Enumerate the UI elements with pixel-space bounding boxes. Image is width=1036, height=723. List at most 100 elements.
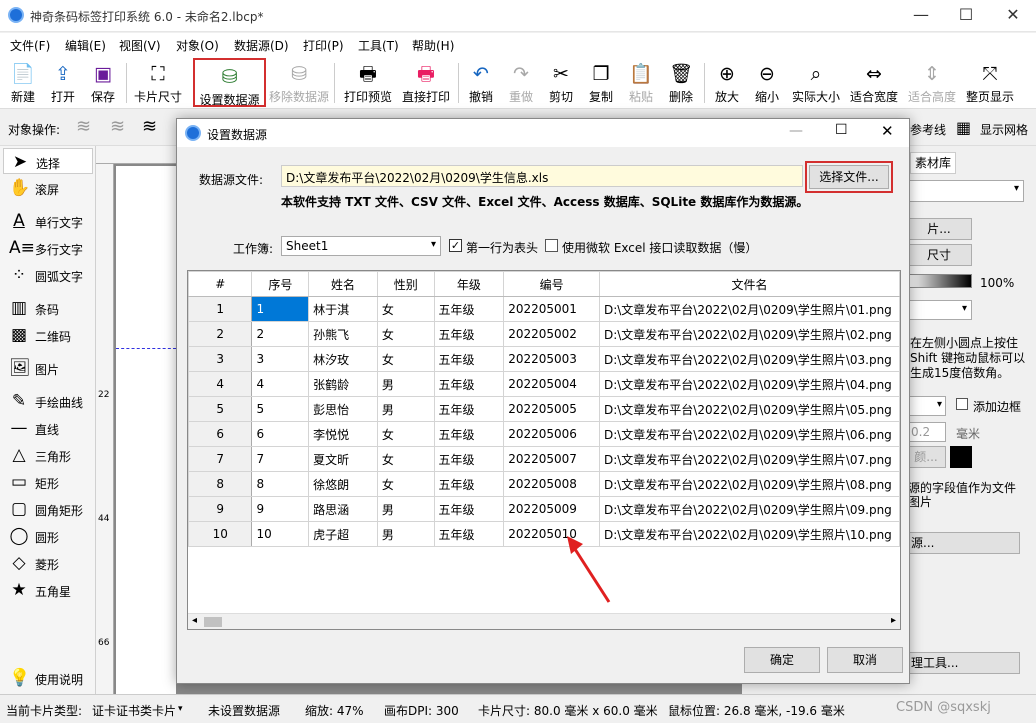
color-swatch[interactable]: [950, 446, 972, 468]
table-cell[interactable]: 7: [251, 446, 310, 472]
row-number-cell[interactable]: 4: [188, 371, 253, 397]
table-row[interactable]: 4 4 张鹤龄男五年级 202205004 D:\文章发布平台\2022\02月\020…: [188, 371, 900, 397]
table-row[interactable]: 1 1 林于淇女五年级 202205001 D:\文章发布平台\2022\02月\020…: [188, 296, 900, 322]
table-row[interactable]: 2 2 孙熊飞女五年级 202205002 D:\文章发布平台\2022\02月\020…: [188, 321, 900, 347]
table-cell[interactable]: D:\文章发布平台\2022\02月\0209\学生照片\05.png: [598, 396, 900, 422]
zoom-out-button[interactable]: ⊖ 缩小: [748, 57, 786, 109]
paste-button[interactable]: 📋 粘贴: [622, 57, 660, 109]
table-cell[interactable]: 5: [251, 396, 310, 422]
table-cell[interactable]: D:\文章发布平台\2022\02月\0209\学生照片\02.png: [598, 321, 900, 347]
table-cell[interactable]: 林于淇: [308, 296, 378, 322]
table-row[interactable]: 6 6 李悦悦女五年级 202205006 D:\文章发布平台\2022\02月\020…: [188, 421, 900, 447]
table-cell[interactable]: 徐悠朗: [308, 471, 378, 497]
table-cell[interactable]: 李悦悦: [308, 421, 378, 447]
table-cell[interactable]: D:\文章发布平台\2022\02月\0209\学生照片\09.png: [598, 496, 900, 522]
save-button[interactable]: ▣ 保存: [84, 57, 122, 109]
property-dropdown[interactable]: ▾: [906, 180, 1024, 202]
tool-diamond[interactable]: ◇ 菱形: [3, 550, 93, 576]
tool-freehand[interactable]: ✎ 手绘曲线: [3, 388, 93, 414]
open-button[interactable]: ⇪ 打开: [44, 57, 82, 109]
table-cell[interactable]: 男: [376, 496, 435, 522]
layer-top-icon[interactable]: ≋: [142, 116, 157, 137]
card-canvas[interactable]: [116, 166, 176, 694]
border-width-input[interactable]: 0.2: [906, 422, 946, 442]
menu-file[interactable]: 文件(F): [10, 37, 50, 54]
table-cell[interactable]: 五年级: [433, 496, 505, 522]
dialog-maximize-icon[interactable]: ☐: [835, 122, 848, 138]
column-header[interactable]: 年级: [433, 271, 505, 297]
opacity-slider[interactable]: [908, 274, 972, 288]
table-cell[interactable]: 202205007: [503, 446, 600, 472]
row-number-cell[interactable]: 9: [188, 496, 253, 522]
tool-barcode[interactable]: ▥ 条码: [3, 295, 93, 321]
tool-select[interactable]: ➤ 选择: [3, 148, 93, 174]
tool-star[interactable]: ★ 五角星: [3, 577, 93, 603]
row-number-cell[interactable]: 5: [188, 396, 253, 422]
table-cell[interactable]: 虎子超: [308, 521, 378, 547]
table-cell[interactable]: D:\文章发布平台\2022\02月\0209\学生照片\10.png: [598, 521, 900, 547]
tool-rounded-rectangle[interactable]: ▢ 圆角矩形: [3, 496, 93, 522]
new-button[interactable]: 📄 新建: [4, 57, 42, 109]
card-size-button[interactable]: ⛶ 卡片尺寸: [130, 57, 186, 109]
option-dropdown[interactable]: ▾: [906, 300, 972, 320]
choose-file-button[interactable]: 选择文件...: [809, 165, 889, 189]
print-preview-button[interactable]: 🖶 打印预览: [340, 57, 396, 109]
table-cell[interactable]: 202205009: [503, 496, 600, 522]
table-cell[interactable]: 五年级: [433, 471, 505, 497]
maximize-button[interactable]: ☐: [943, 0, 989, 32]
tool-scroll[interactable]: ✋ 滚屏: [3, 175, 93, 201]
table-cell[interactable]: 9: [251, 496, 310, 522]
table-cell[interactable]: 孙熊飞: [308, 321, 378, 347]
table-cell[interactable]: 五年级: [433, 346, 505, 372]
table-cell[interactable]: 4: [251, 371, 310, 397]
table-cell[interactable]: 10: [251, 521, 310, 547]
table-cell[interactable]: 五年级: [433, 521, 505, 547]
minimize-button[interactable]: —: [898, 0, 944, 32]
row-number-cell[interactable]: 6: [188, 421, 253, 447]
fit-page-button[interactable]: ⤧ 整页显示: [962, 57, 1018, 109]
table-cell[interactable]: 202205002: [503, 321, 600, 347]
tool-multi-line-text[interactable]: A≡ 多行文字: [3, 235, 93, 261]
column-header[interactable]: 文件名: [598, 271, 900, 297]
row-number-cell[interactable]: 7: [188, 446, 253, 472]
table-cell[interactable]: D:\文章发布平台\2022\02月\0209\学生照片\06.png: [598, 421, 900, 447]
scroll-thumb[interactable]: [204, 617, 222, 627]
table-row[interactable]: 7 7 夏文昕女五年级 202205007 D:\文章发布平台\2022\02月\020…: [188, 446, 900, 472]
layer-up-icon[interactable]: ≋: [76, 116, 91, 137]
column-header[interactable]: #: [188, 271, 253, 297]
first-row-header-checkbox[interactable]: ✓: [449, 239, 462, 252]
undo-button[interactable]: ↶ 撤销: [462, 57, 500, 109]
table-cell[interactable]: D:\文章发布平台\2022\02月\0209\学生照片\01.png: [598, 296, 900, 322]
fit-height-button[interactable]: ⇕ 适合高度: [904, 57, 960, 109]
table-cell[interactable]: 3: [251, 346, 310, 372]
table-row[interactable]: 8 8 徐悠朗女五年级 202205008 D:\文章发布平台\2022\02月\020…: [188, 471, 900, 497]
column-header[interactable]: 姓名: [308, 271, 378, 297]
table-cell[interactable]: 五年级: [433, 396, 505, 422]
column-header[interactable]: 编号: [503, 271, 600, 297]
show-grid-toggle[interactable]: 显示网格: [980, 121, 1028, 138]
table-cell[interactable]: 彭思怡: [308, 396, 378, 422]
remove-datasource-button[interactable]: ⛁ 移除数据源: [268, 57, 330, 109]
table-cell[interactable]: 202205001: [503, 296, 600, 322]
table-cell[interactable]: 1: [251, 296, 310, 322]
table-cell[interactable]: 男: [376, 521, 435, 547]
table-cell[interactable]: 202205006: [503, 421, 600, 447]
guide-line-toggle[interactable]: 参考线: [910, 121, 946, 138]
row-number-cell[interactable]: 1: [188, 296, 253, 322]
table-cell[interactable]: 五年级: [433, 321, 505, 347]
tool-image[interactable]: 🖼 图片: [3, 355, 93, 381]
column-header[interactable]: 性别: [376, 271, 435, 297]
table-row[interactable]: 10 10 虎子超男五年级 202205010 D:\文章发布平台\2022\02月\0…: [188, 521, 900, 547]
zoom-in-button[interactable]: ⊕ 放大: [708, 57, 746, 109]
sheet-select[interactable]: Sheet1 ▾: [281, 236, 441, 256]
table-cell[interactable]: D:\文章发布平台\2022\02月\0209\学生照片\04.png: [598, 371, 900, 397]
tool-arc-text[interactable]: ⁘ 圆弧文字: [3, 262, 93, 288]
tool-line[interactable]: — 直线: [3, 415, 93, 441]
menu-edit[interactable]: 编辑(E): [65, 37, 106, 54]
table-row[interactable]: 9 9 路思涵男五年级 202205009 D:\文章发布平台\2022\02月\020…: [188, 496, 900, 522]
dialog-minimize-icon[interactable]: —: [789, 123, 803, 139]
menu-help[interactable]: 帮助(H): [412, 37, 454, 54]
add-border-checkbox[interactable]: [956, 398, 968, 410]
table-row[interactable]: 3 3 林汐玫女五年级 202205003 D:\文章发布平台\2022\02月\020…: [188, 346, 900, 372]
table-cell[interactable]: D:\文章发布平台\2022\02月\0209\学生照片\07.png: [598, 446, 900, 472]
